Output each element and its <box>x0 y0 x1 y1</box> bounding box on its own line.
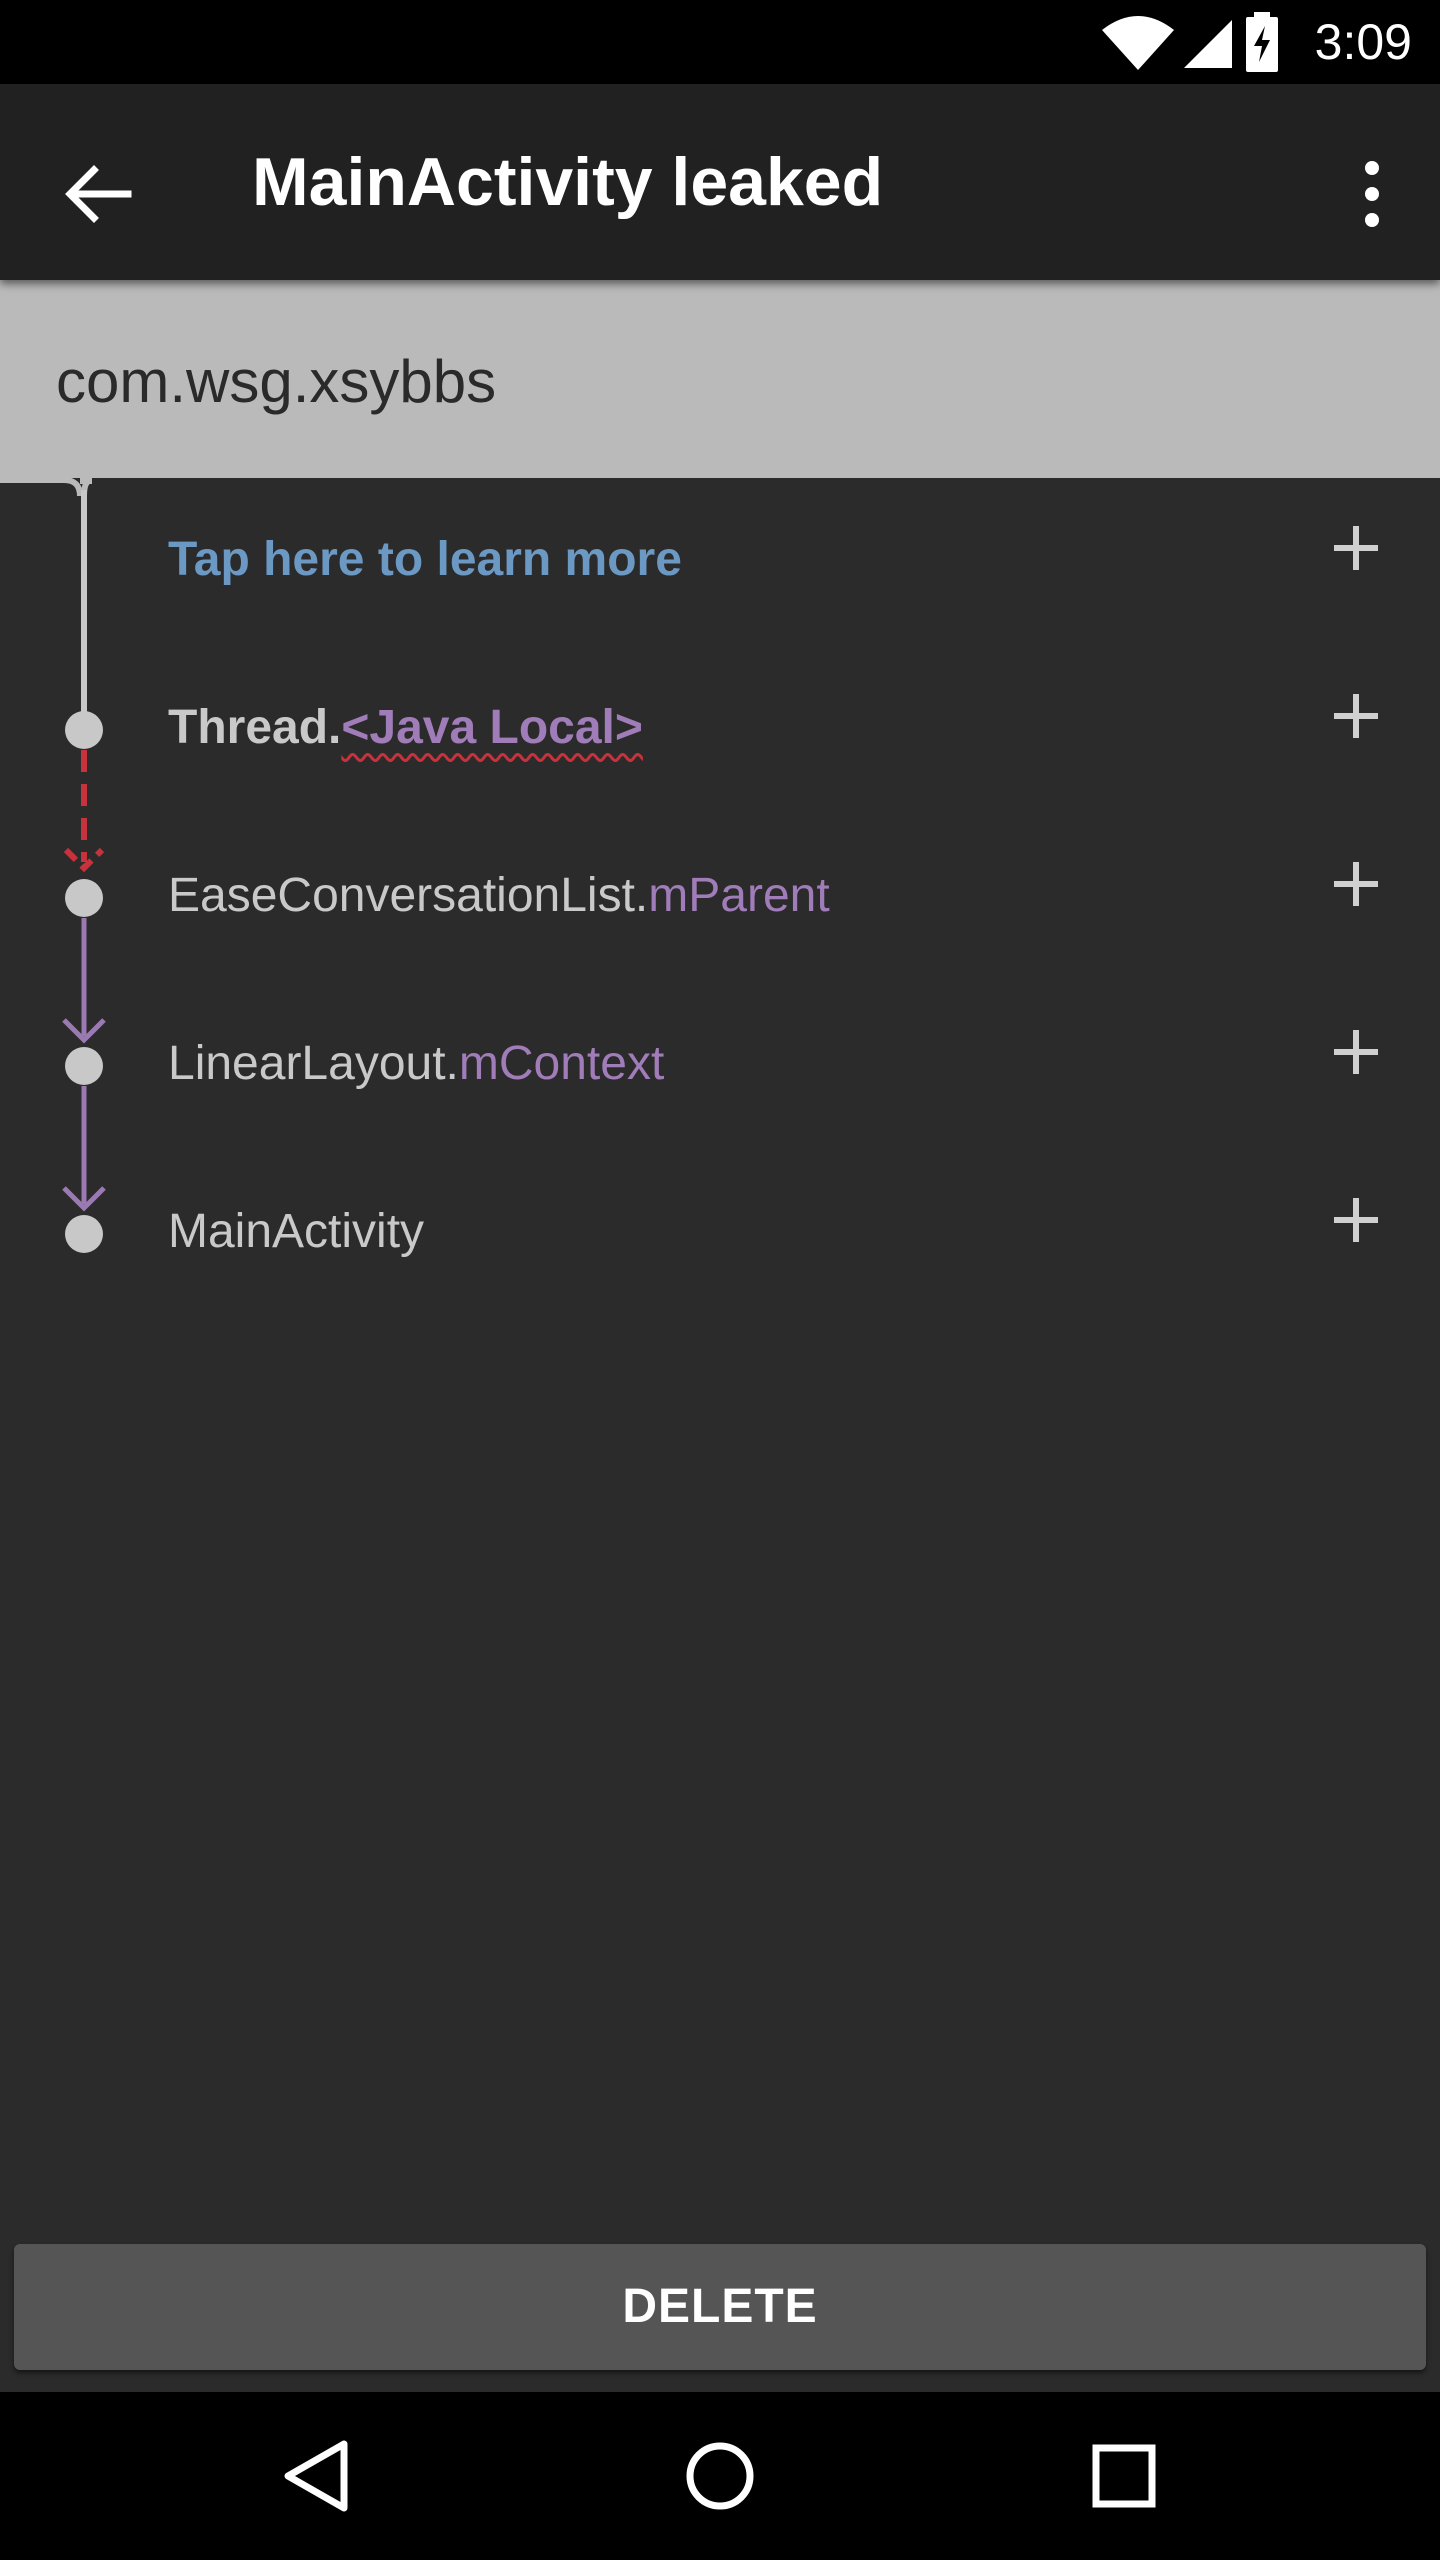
trace-label: LinearLayout.mContext <box>168 1028 664 1100</box>
class-name: MainActivity <box>168 1205 425 1258</box>
list-item-main-activity[interactable]: MainActivity <box>0 1150 1440 1318</box>
back-nav-icon <box>284 2440 348 2512</box>
field-name: mParent <box>648 869 830 922</box>
class-name: Thread. <box>168 701 342 754</box>
list-item-thread[interactable]: Thread.<Java Local> <box>0 646 1440 814</box>
more-vert-icon <box>1365 161 1379 227</box>
expand-button[interactable] <box>1324 516 1388 580</box>
battery-charging-icon <box>1246 12 1278 72</box>
trace-label: Thread.<Java Local> <box>168 692 643 764</box>
clock: 3:09 <box>1314 14 1412 70</box>
navigation-bar <box>0 2392 1440 2560</box>
class-name: EaseConversationList. <box>168 869 649 922</box>
expand-button[interactable] <box>1324 684 1388 748</box>
plus-icon <box>1334 1198 1378 1242</box>
field-name: mContext <box>458 1037 665 1090</box>
recents-nav-icon <box>1092 2444 1156 2508</box>
package-header: com.wsg.xsybbs <box>0 280 1440 478</box>
package-name: com.wsg.xsybbs <box>56 348 497 415</box>
expand-button[interactable] <box>1324 1020 1388 1084</box>
back-button[interactable] <box>50 146 146 242</box>
trace-label: EaseConversationList.mParent <box>168 860 830 932</box>
plus-icon <box>1334 1030 1378 1074</box>
list-item-linear-layout[interactable]: LinearLayout.mContext <box>0 982 1440 1150</box>
plus-icon <box>1334 526 1378 570</box>
app-bar: MainActivity leaked <box>0 84 1440 280</box>
home-nav-icon <box>686 2442 754 2510</box>
overflow-menu-button[interactable] <box>1340 146 1404 242</box>
expand-button[interactable] <box>1324 1188 1388 1252</box>
nav-home-button[interactable] <box>670 2426 770 2526</box>
wifi-icon <box>1102 16 1174 70</box>
page-title: MainActivity leaked <box>252 144 884 220</box>
list-item-ease-conversation-list[interactable]: EaseConversationList.mParent <box>0 814 1440 982</box>
trace-label: MainActivity <box>168 1196 424 1268</box>
status-bar: 3:09 <box>0 0 1440 84</box>
plus-icon <box>1334 694 1378 738</box>
arrow-back-icon <box>65 165 132 223</box>
signal-icon <box>1184 20 1232 68</box>
plus-icon <box>1334 862 1378 906</box>
expand-button[interactable] <box>1324 852 1388 916</box>
delete-button[interactable]: DELETE <box>14 2244 1426 2370</box>
nav-back-button[interactable] <box>266 2426 366 2526</box>
list-item-learn-more[interactable]: Tap here to learn more <box>0 478 1440 646</box>
learn-more-link[interactable]: Tap here to learn more <box>168 524 682 596</box>
nav-recents-button[interactable] <box>1074 2426 1174 2526</box>
class-name: LinearLayout. <box>168 1037 459 1090</box>
field-name: <Java Local> <box>341 701 643 754</box>
